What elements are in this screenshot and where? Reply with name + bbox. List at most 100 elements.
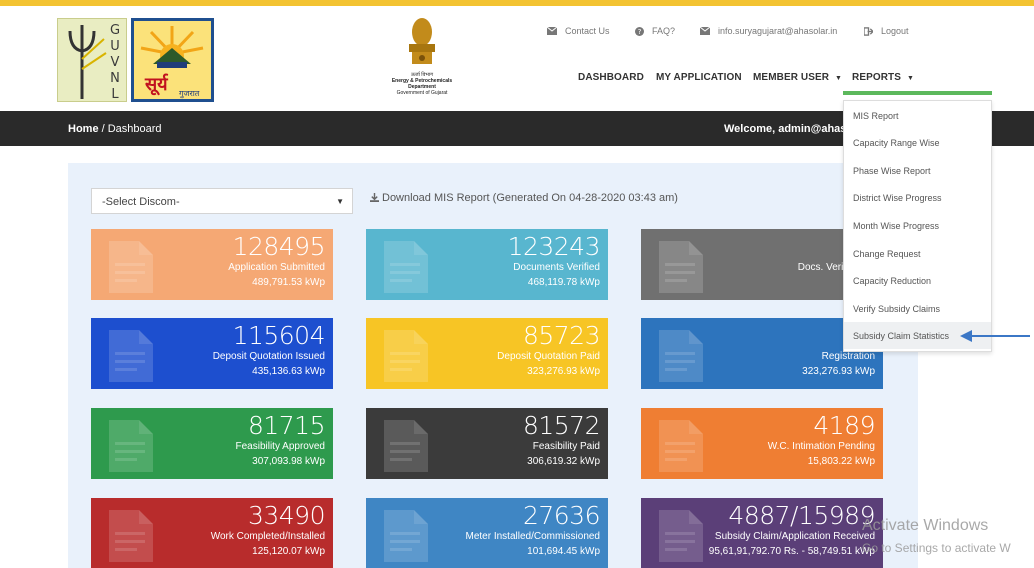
document-icon	[384, 241, 428, 293]
stat-card-number: 81715	[247, 411, 326, 440]
stat-card-number: 33490	[247, 501, 326, 530]
menu-item-month-wise-progress[interactable]: Month Wise Progress	[844, 212, 991, 239]
stat-card-capacity: 15,803.22 kWp	[807, 456, 875, 467]
envelope-icon	[547, 27, 557, 35]
emblem-caption: ऊर्जा विभाग Energy & Petrochemicals Depa…	[384, 72, 460, 96]
nav-my-application[interactable]: MY APPLICATION	[656, 72, 742, 83]
stat-card-label: Application Submitted	[228, 262, 325, 273]
menu-item-capacity-range-wise[interactable]: Capacity Range Wise	[844, 129, 991, 156]
logout-link-label: Logout	[881, 26, 909, 36]
stat-card-label: Feasibility Paid	[532, 441, 600, 452]
stat-card-capacity: 306,619.32 kWp	[527, 456, 600, 467]
nav-dashboard[interactable]: DASHBOARD	[578, 72, 644, 83]
emblem-caption-line: Government of Gujarat	[396, 90, 448, 96]
document-icon	[659, 330, 703, 382]
stat-card[interactable]: 128495 Application Submitted 489,791.53 kW…	[91, 229, 333, 300]
document-icon	[109, 330, 153, 382]
guvnl-letter: G	[109, 23, 121, 38]
stat-card[interactable]: 115604 Deposit Quotation Issued 435,136.63…	[91, 318, 333, 389]
breadcrumb-separator: /	[98, 123, 108, 135]
guvnl-letter: N	[110, 71, 120, 86]
stat-card-label: Subsidy Claim/Application Received	[714, 531, 875, 542]
stat-card-capacity: 435,136.63 kWp	[252, 366, 325, 377]
menu-item-mis-report[interactable]: MIS Report	[844, 102, 991, 129]
sun-house-icon	[134, 21, 211, 99]
reports-dropdown-menu: MIS Report Capacity Range Wise Phase Wis…	[843, 100, 992, 352]
nav-member-user-label: MEMBER USER	[753, 72, 830, 83]
stat-card[interactable]: 33490 Work Completed/Installed 125,120.07 …	[91, 498, 333, 568]
stat-card-label: W.C. Intimation Pending	[767, 441, 875, 452]
stat-card-number: 4887/15989	[728, 501, 875, 530]
stat-card-number: 4189	[813, 411, 875, 440]
stat-card[interactable]: 81572 Feasibility Paid 306,619.32 kWp	[366, 408, 608, 479]
email-link[interactable]: info.suryagujarat@ahasolar.in	[700, 26, 837, 36]
guvnl-letter: V	[110, 55, 120, 70]
stat-card-number: 81572	[522, 411, 601, 440]
stat-card[interactable]: 81715 Feasibility Approved 307,093.98 kWp	[91, 408, 333, 479]
document-icon	[659, 510, 703, 562]
document-icon	[384, 510, 428, 562]
menu-item-verify-subsidy-claims[interactable]: Verify Subsidy Claims	[844, 295, 991, 322]
logout-link[interactable]: Logout	[864, 26, 909, 36]
document-icon	[384, 420, 428, 472]
stat-card-label: Deposit Quotation Paid	[497, 351, 600, 362]
document-icon	[659, 420, 703, 472]
ashoka-emblem-icon	[409, 18, 435, 64]
question-circle-icon: ?	[635, 26, 644, 36]
document-icon	[109, 241, 153, 293]
guvnl-logo[interactable]: G U V N L	[57, 18, 127, 102]
stat-card-capacity: 323,276.93 kWp	[527, 366, 600, 377]
stat-card-label: Work Completed/Installed	[210, 531, 325, 542]
discom-select-value: -Select Discom-	[102, 196, 180, 208]
stat-card-label: Meter Installed/Commissioned	[465, 531, 601, 542]
stat-card[interactable]: 4887/15989 Subsidy Claim/Application Rece…	[641, 498, 883, 568]
faq-link-label: FAQ?	[652, 26, 676, 36]
stat-card-label: Deposit Quotation Issued	[212, 351, 325, 362]
stat-card-capacity: 125,120.07 kWp	[252, 546, 325, 557]
stat-card-capacity: 323,276.93 kWp	[802, 366, 875, 377]
stat-card[interactable]: 85723 Deposit Quotation Paid 323,276.93 kW…	[366, 318, 608, 389]
surya-logo-subtext: गुजरात	[179, 89, 200, 98]
stat-card[interactable]: 4189 W.C. Intimation Pending 15,803.22 kWp	[641, 408, 883, 479]
contact-link[interactable]: Contact Us	[547, 26, 610, 36]
menu-item-phase-wise-report[interactable]: Phase Wise Report	[844, 157, 991, 184]
breadcrumb-home[interactable]: Home	[68, 123, 99, 135]
download-mis-report-label: Download MIS Report (Generated On 04-28-…	[382, 192, 678, 204]
envelope-icon	[700, 27, 710, 35]
menu-item-district-wise-progress[interactable]: District Wise Progress	[844, 184, 991, 211]
stat-card-number: 85723	[522, 321, 601, 350]
annotation-arrow-icon	[960, 330, 1030, 342]
breadcrumb: Home / Dashboard	[68, 123, 162, 135]
stat-card-capacity: 468,119.78 kWp	[527, 277, 600, 288]
stat-card-number: 123243	[507, 232, 601, 261]
breadcrumb-current: Dashboard	[107, 123, 162, 135]
stat-card[interactable]: 123243 Documents Verified 468,119.78 kWp	[366, 229, 608, 300]
nav-member-user[interactable]: MEMBER USER ▼	[753, 72, 842, 83]
chevron-down-icon: ▼	[906, 75, 914, 82]
guvnl-letter: L	[111, 87, 119, 102]
nav-reports[interactable]: REPORTS ▼	[852, 72, 914, 83]
stat-card[interactable]: 27636 Meter Installed/Commissioned 101,694…	[366, 498, 608, 568]
stat-card-label: Documents Verified	[513, 262, 600, 273]
document-icon	[384, 330, 428, 382]
chevron-down-icon: ▼	[835, 75, 843, 82]
stat-card-capacity: 489,791.53 kWp	[252, 277, 325, 288]
stat-card-number: 128495	[232, 232, 326, 261]
nav-active-underline	[843, 91, 992, 95]
svg-text:?: ?	[638, 27, 642, 36]
discom-select[interactable]: -Select Discom- ▼	[91, 188, 353, 214]
document-icon	[109, 420, 153, 472]
top-accent-bar	[0, 0, 1034, 6]
surya-gujarat-logo[interactable]: सूर्य गुजरात	[131, 18, 214, 102]
nav-reports-label: REPORTS	[852, 72, 902, 83]
document-icon	[109, 510, 153, 562]
faq-link[interactable]: ? FAQ?	[635, 26, 675, 36]
menu-item-capacity-reduction[interactable]: Capacity Reduction	[844, 267, 991, 294]
stat-card-capacity: 307,093.98 kWp	[252, 456, 325, 467]
menu-item-change-request[interactable]: Change Request	[844, 240, 991, 267]
guvnl-letter: U	[110, 39, 120, 54]
download-icon	[370, 193, 379, 202]
document-icon	[659, 241, 703, 293]
activate-windows-watermark: Activate Windows	[862, 517, 989, 534]
download-mis-report-link[interactable]: Download MIS Report (Generated On 04-28-…	[370, 192, 678, 204]
